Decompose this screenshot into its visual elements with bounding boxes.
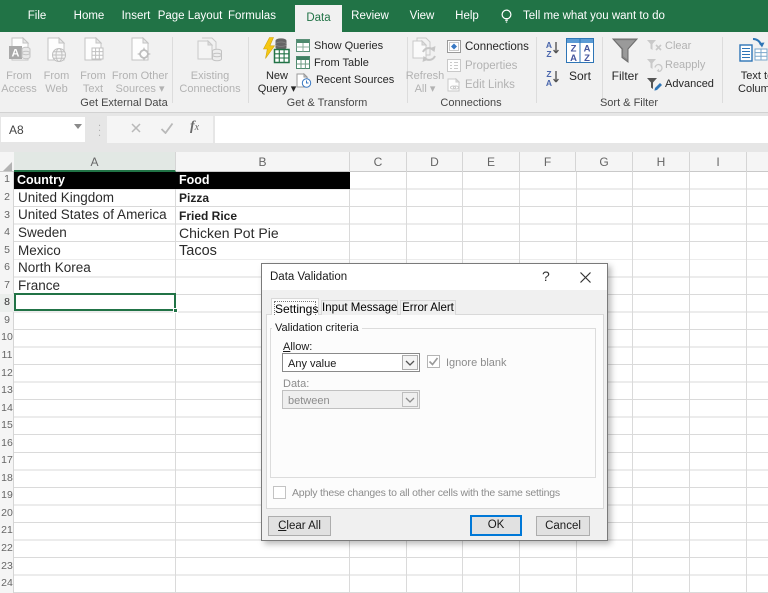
svg-text:A: A bbox=[12, 48, 20, 60]
svg-text:A: A bbox=[570, 53, 577, 63]
svg-text:Z: Z bbox=[546, 49, 551, 58]
svg-text:Z: Z bbox=[584, 53, 590, 63]
svg-text:A: A bbox=[546, 78, 552, 87]
